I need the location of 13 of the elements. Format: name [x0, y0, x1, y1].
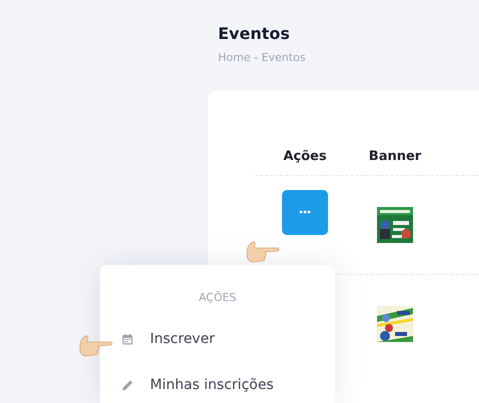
page-title: Eventos [218, 24, 291, 43]
column-header: Ações [282, 149, 328, 166]
menu-heading: AÇÕES [198, 291, 238, 304]
menu-item[interactable]: Minhas inscrições [100, 362, 335, 403]
menu-item[interactable]: Inscrever [100, 316, 335, 362]
pencil-icon [122, 380, 133, 390]
more-button[interactable] [282, 190, 328, 234]
column-header: Banner [368, 149, 422, 166]
breadcrumb: Home - Eventos [218, 51, 306, 64]
pointing-hand-icon [78, 334, 114, 358]
calendar-icon [122, 334, 133, 344]
dots-icon [299, 210, 311, 214]
pointing-hand-icon [245, 240, 281, 264]
